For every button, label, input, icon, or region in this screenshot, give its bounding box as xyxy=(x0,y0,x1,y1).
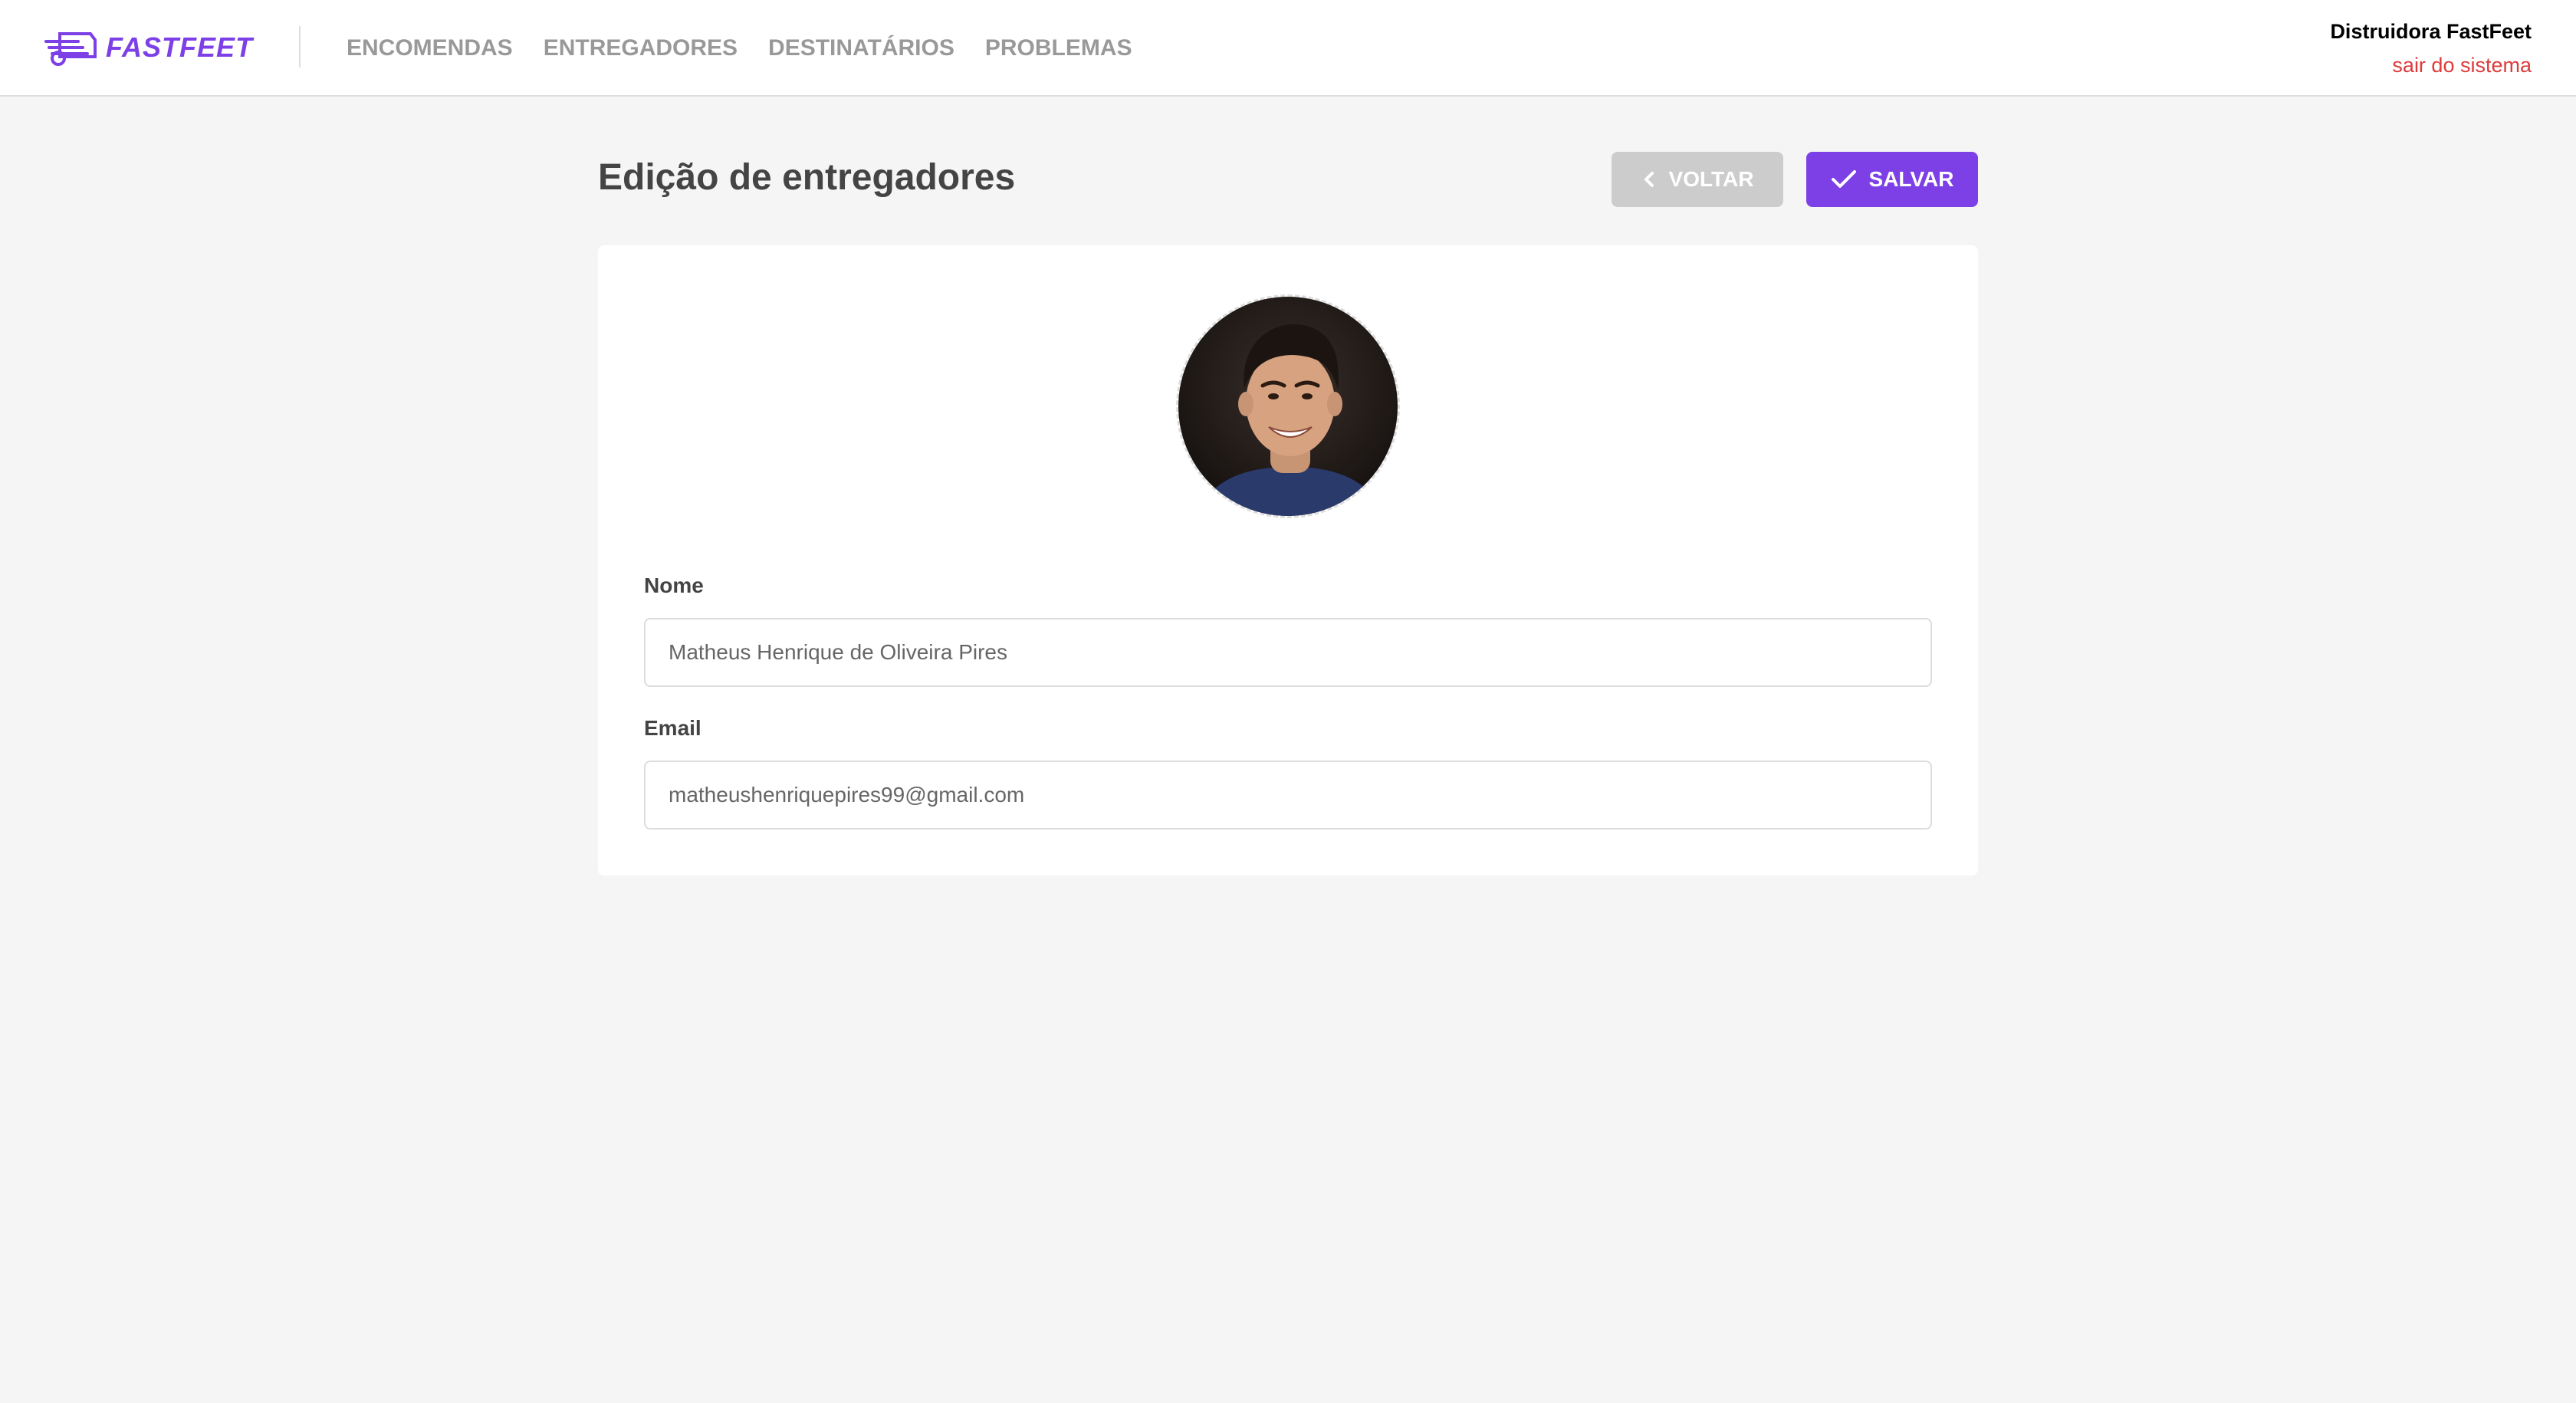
app-logo[interactable]: FASTFEET xyxy=(44,26,253,69)
email-label: Email xyxy=(644,716,702,740)
truck-logo-icon xyxy=(44,26,98,69)
chevron-left-icon xyxy=(1641,169,1657,190)
check-icon xyxy=(1831,169,1857,190)
email-input[interactable] xyxy=(644,761,1932,830)
deliveryman-form-card: Nome Email xyxy=(598,245,1978,876)
user-box: Distruidora FastFeet sair do sistema xyxy=(2330,17,2532,84)
avatar-photo xyxy=(1178,297,1398,516)
back-button[interactable]: VOLTAR xyxy=(1612,152,1783,207)
nav-item-encomendas[interactable]: ENCOMENDAS xyxy=(347,35,513,61)
nav-item-destinatarios[interactable]: DESTINATÁRIOS xyxy=(768,35,955,61)
logout-link[interactable]: sair do sistema xyxy=(2330,46,2532,84)
nav-item-entregadores[interactable]: ENTREGADORES xyxy=(544,35,738,61)
name-label: Nome xyxy=(644,573,704,597)
page-title: Edição de entregadores xyxy=(598,157,1016,198)
logo-text: FASTFEET xyxy=(106,31,254,63)
name-input[interactable] xyxy=(644,618,1932,687)
back-button-label: VOLTAR xyxy=(1668,167,1754,191)
main-nav: ENCOMENDAS ENTREGADORES DESTINATÁRIOS PR… xyxy=(347,35,1132,61)
nav-item-problemas[interactable]: PROBLEMAS xyxy=(985,35,1132,61)
user-name: Distruidora FastFeet xyxy=(2330,20,2532,43)
header-divider xyxy=(299,26,301,67)
top-header: FASTFEET ENCOMENDAS ENTREGADORES DESTINA… xyxy=(0,0,2576,97)
avatar-upload[interactable] xyxy=(1176,294,1400,518)
save-button[interactable]: SALVAR xyxy=(1806,152,1978,207)
save-button-label: SALVAR xyxy=(1868,167,1954,191)
